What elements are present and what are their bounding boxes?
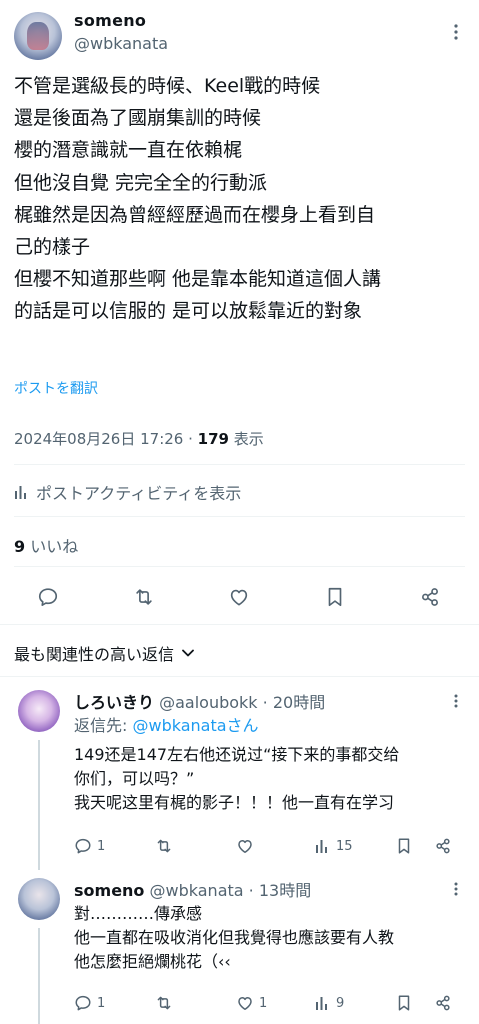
author-handle[interactable]: @wbkanata: [74, 34, 168, 53]
more-icon[interactable]: [446, 879, 466, 899]
bookmark-icon[interactable]: [396, 991, 412, 1015]
replying-to: 返信先: @wbkanataさん: [74, 714, 259, 738]
divider: [14, 516, 465, 517]
reply-action-bar: 1 15: [74, 834, 462, 858]
reply-text-line: 我天呢这里有梶的影子！！！他一直有在学习: [74, 793, 395, 812]
post-action-bar: [0, 580, 479, 614]
divider: [14, 566, 465, 567]
like-icon[interactable]: 1: [236, 991, 267, 1015]
replying-to-handle[interactable]: @wbkanataさん: [132, 716, 258, 735]
reply-icon[interactable]: 1: [74, 991, 105, 1015]
more-icon[interactable]: [446, 691, 466, 711]
share-icon[interactable]: [434, 834, 452, 858]
view-count: 9: [336, 995, 345, 1011]
reply-time[interactable]: · 13時間: [244, 881, 312, 900]
like-count: 1: [259, 995, 268, 1011]
reply-icon[interactable]: [31, 580, 65, 614]
more-icon[interactable]: [446, 22, 466, 42]
repost-icon[interactable]: [154, 834, 179, 858]
repost-icon[interactable]: [127, 580, 161, 614]
views-label: 表示: [228, 430, 264, 448]
view-post-activity-button[interactable]: ポストアクティビティを表示: [14, 480, 241, 504]
reply-handle[interactable]: @wbkanata: [150, 881, 244, 900]
post-meta: 2024年08月26日 17:26 · 179 表示: [14, 428, 264, 449]
reply-icon[interactable]: 1: [74, 834, 105, 858]
post-text-line: 但他沒自覺 完完全全的行動派: [14, 171, 268, 194]
reply-text: 對…………傳承感 他一直都在吸收消化但我覺得也應該要有人教 他怎麼拒絕爛桃花（‹…: [74, 902, 394, 974]
analytics-icon: [14, 484, 30, 500]
post-text-line: 但櫻不知道那些啊 他是靠本能知道這個人講: [14, 268, 382, 291]
post-text: 不管是選級長的時候、Keel戰的時候 還是後面為了國崩集訓的時候 櫻的潛意識就一…: [14, 70, 469, 328]
analytics-icon[interactable]: 9: [315, 991, 344, 1015]
view-count: 15: [336, 838, 353, 854]
reply-display-name[interactable]: しろいきり: [74, 693, 154, 712]
author-display-name[interactable]: someno: [74, 11, 146, 30]
reply-header: しろいきり @aaloubokk · 20時間: [74, 689, 325, 713]
like-icon[interactable]: [236, 834, 259, 858]
author-avatar[interactable]: [14, 12, 62, 60]
reply-text-line: 你们，可以吗？”: [74, 769, 195, 788]
divider: [0, 676, 479, 677]
replying-to-prefix: 返信先:: [74, 716, 133, 735]
share-icon[interactable]: [413, 580, 447, 614]
reply-text: 149还是147左右他还说过“接下来的事都交给 你们，可以吗？” 我天呢这里有梶…: [74, 743, 399, 815]
reply-count: 1: [97, 995, 106, 1011]
share-icon[interactable]: [434, 991, 452, 1015]
reply-text-line: 他一直都在吸收消化但我覺得也應該要有人教: [74, 928, 395, 947]
thread-line: [38, 928, 40, 1024]
reply-avatar[interactable]: [18, 690, 60, 732]
post-text-line: 還是後面為了國崩集訓的時候: [14, 107, 262, 130]
reply-text-line: 149还是147左右他还说过“接下来的事都交给: [74, 745, 400, 764]
bookmark-icon[interactable]: [318, 580, 352, 614]
reply-sort-dropdown[interactable]: 最も関連性の高い返信: [14, 641, 194, 665]
likes-summary[interactable]: 9 いいね: [14, 533, 78, 557]
like-icon[interactable]: [222, 580, 256, 614]
reply-action-bar: 1 1 9: [74, 991, 462, 1015]
reply-avatar[interactable]: [18, 878, 60, 920]
reply-header: someno @wbkanata · 13時間: [74, 877, 311, 901]
analytics-icon[interactable]: 15: [315, 834, 353, 858]
views-count: 179: [197, 430, 229, 448]
likes-count: 9: [14, 537, 26, 556]
meta-separator: ·: [183, 430, 198, 448]
chevron-down-icon: [182, 649, 194, 657]
reply-handle[interactable]: @aaloubokk: [159, 693, 257, 712]
reply-time[interactable]: · 20時間: [258, 693, 326, 712]
post-text-line: 不管是選級長的時候、Keel戰的時候: [14, 75, 321, 97]
activity-label: ポストアクティビティを表示: [36, 484, 242, 503]
likes-label: いいね: [25, 537, 79, 556]
post-text-line: 的話是可以信服的 是可以放鬆靠近的對象: [14, 300, 363, 323]
post-text-line: 梶雖然是因為曾經經歷過而在櫻身上看到自: [14, 203, 376, 226]
bookmark-icon[interactable]: [396, 834, 412, 858]
reply-text-line: 他怎麼拒絕爛桃花（‹‹: [74, 952, 231, 971]
divider: [14, 464, 465, 465]
sort-label: 最も関連性の高い返信: [14, 645, 175, 664]
divider: [0, 624, 479, 625]
thread-line: [38, 740, 40, 870]
repost-icon[interactable]: [154, 991, 179, 1015]
reply-count: 1: [97, 838, 106, 854]
post-text-line: 己的樣子: [14, 236, 91, 259]
post-text-line: 櫻的潛意識就一直在依賴梶: [14, 139, 243, 162]
reply-display-name[interactable]: someno: [74, 881, 144, 900]
post-timestamp[interactable]: 2024年08月26日 17:26: [14, 430, 183, 448]
translate-post-link[interactable]: ポストを翻訳: [14, 378, 98, 398]
reply-text-line: 對…………傳承感: [74, 904, 203, 923]
